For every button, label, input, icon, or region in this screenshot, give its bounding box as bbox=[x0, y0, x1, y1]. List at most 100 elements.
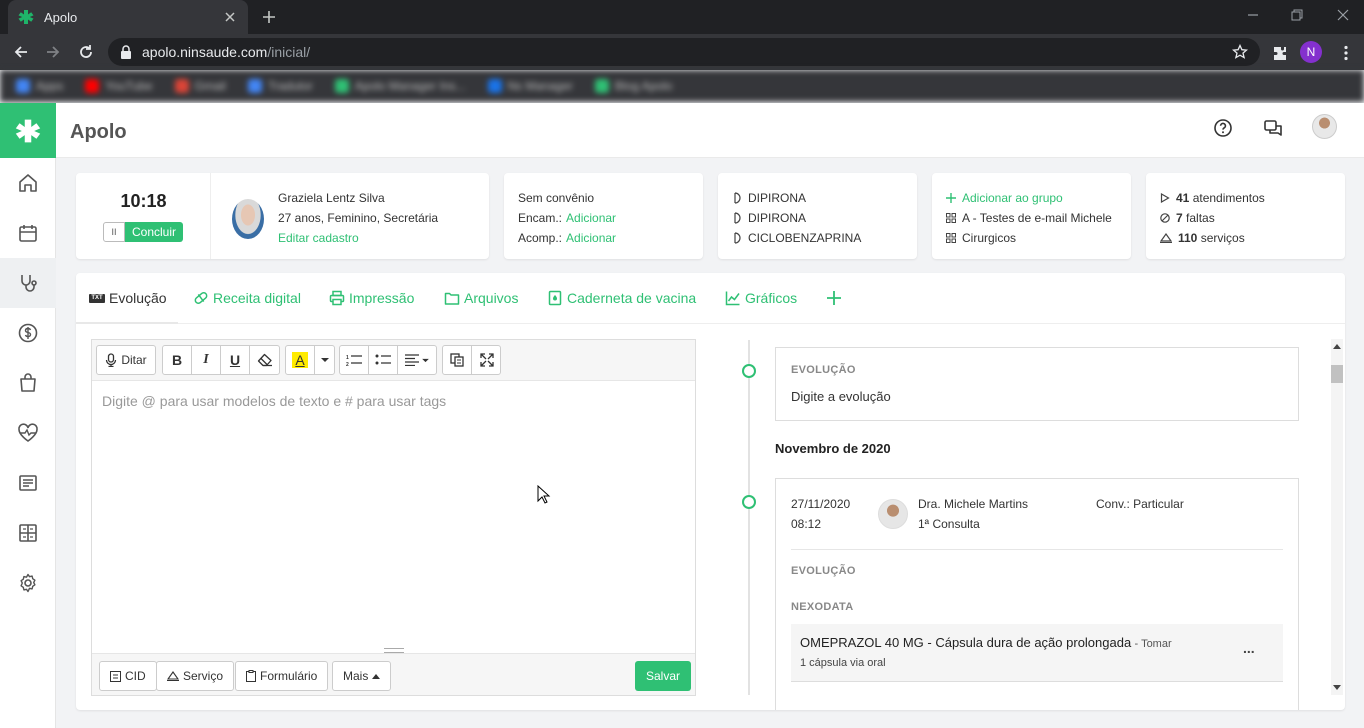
bookmark-item[interactable]: Tradutor bbox=[247, 78, 313, 93]
dollar-icon[interactable] bbox=[0, 308, 56, 358]
back-icon[interactable] bbox=[12, 43, 30, 61]
scrollbar-thumb[interactable] bbox=[1331, 365, 1343, 383]
fullscreen-icon[interactable] bbox=[472, 346, 501, 374]
browser-tab[interactable]: Apolo bbox=[8, 0, 248, 34]
encam-add-link[interactable]: Adicionar bbox=[566, 211, 616, 225]
scroll-down-icon[interactable] bbox=[1331, 682, 1343, 692]
cid-button[interactable]: CID bbox=[99, 661, 157, 691]
acomp-label: Acomp.: bbox=[518, 231, 563, 245]
home-icon[interactable] bbox=[0, 158, 56, 208]
dictate-label: Ditar bbox=[121, 353, 147, 367]
bookmark-label: Apolo Manager Ins... bbox=[354, 78, 466, 93]
bookmark-item[interactable]: Gmail bbox=[174, 78, 226, 93]
more-button[interactable]: Mais bbox=[332, 661, 392, 691]
user-avatar[interactable] bbox=[1312, 114, 1337, 139]
forward-icon[interactable] bbox=[44, 43, 62, 61]
bag-icon[interactable] bbox=[0, 358, 56, 408]
caret-up-icon bbox=[372, 673, 381, 679]
groups-card: Adicionar ao grupo A - Testes de e-mail … bbox=[932, 173, 1131, 259]
stats-card: 41 atendimentos 7 faltas 110 serviços bbox=[1146, 173, 1345, 259]
tab-label: Caderneta de vacina bbox=[567, 290, 697, 306]
dictate-button[interactable]: Ditar bbox=[96, 345, 156, 375]
tab-impressao[interactable]: Impressão bbox=[329, 290, 414, 306]
patient-name: Graziela Lentz Silva bbox=[278, 191, 385, 205]
evolution-editor: Ditar B I U A 12 Digite @ para usar mode… bbox=[91, 339, 696, 696]
extensions-icon[interactable] bbox=[1271, 44, 1289, 62]
text-color-button[interactable]: A bbox=[286, 346, 315, 374]
bookmark-item[interactable]: Apps bbox=[16, 78, 63, 93]
grid-icon[interactable] bbox=[0, 508, 56, 558]
calendar-icon[interactable] bbox=[0, 208, 56, 258]
pause-button[interactable]: II bbox=[103, 222, 125, 242]
heartbeat-icon[interactable] bbox=[0, 408, 56, 458]
tab-graficos[interactable]: Gráficos bbox=[725, 290, 797, 306]
tab-caderneta-vacina[interactable]: Caderneta de vacina bbox=[547, 290, 696, 306]
section-evolucao: EVOLUÇÃO bbox=[791, 565, 856, 577]
ordered-list-icon[interactable]: 12 bbox=[340, 346, 369, 374]
close-window-icon[interactable] bbox=[1334, 6, 1352, 24]
minimize-icon[interactable] bbox=[1244, 6, 1262, 24]
save-button[interactable]: Salvar bbox=[635, 661, 691, 691]
record-panel: TXT Evolução Receita digital Impressão A… bbox=[76, 273, 1345, 710]
stat-value: 7 bbox=[1176, 211, 1183, 225]
stat-label: atendimentos bbox=[1192, 191, 1265, 205]
restore-icon[interactable] bbox=[1288, 6, 1306, 24]
close-tab-icon[interactable] bbox=[222, 9, 238, 25]
bookmark-item[interactable]: Blog Apolo bbox=[594, 78, 672, 93]
scroll-up-icon[interactable] bbox=[1331, 342, 1343, 352]
cid-icon bbox=[110, 670, 121, 682]
address-bar[interactable]: apolo.ninsaude.com /inicial/ bbox=[108, 38, 1260, 66]
bookmark-favicon-icon bbox=[174, 78, 189, 93]
underline-button[interactable]: U bbox=[221, 346, 250, 374]
more-label: Mais bbox=[343, 669, 369, 683]
bookmark-item[interactable]: YouTube bbox=[85, 78, 153, 93]
service-button[interactable]: Serviço bbox=[156, 661, 235, 691]
timeline-scrollbar[interactable] bbox=[1331, 339, 1343, 695]
bookmark-favicon-icon bbox=[16, 78, 30, 93]
chevron-down-icon[interactable] bbox=[315, 346, 335, 374]
italic-button[interactable]: I bbox=[192, 346, 221, 374]
app-header: Apolo bbox=[56, 103, 1364, 158]
chat-icon[interactable] bbox=[1263, 118, 1283, 138]
editor-textarea[interactable]: Digite @ para usar modelos de texto e # … bbox=[102, 393, 446, 409]
bookmark-label: YouTube bbox=[105, 78, 153, 93]
form-button[interactable]: Formulário bbox=[235, 661, 329, 691]
settings-icon[interactable] bbox=[0, 558, 56, 608]
draft-text: Digite a evolução bbox=[791, 389, 891, 404]
tab-label: Evolução bbox=[109, 290, 167, 306]
bullet-list-icon[interactable] bbox=[369, 346, 398, 374]
report-icon[interactable] bbox=[0, 458, 56, 508]
prescription-row: OMEPRAZOL 40 MG - Cápsula dura de ação p… bbox=[791, 624, 1283, 682]
add-tab-button[interactable] bbox=[825, 289, 843, 307]
add-group-button[interactable]: Adicionar ao grupo bbox=[946, 191, 1063, 205]
timeline-line bbox=[748, 340, 750, 695]
apolo-logo[interactable] bbox=[0, 103, 56, 158]
bookmark-item[interactable]: Apolo Manager Ins... bbox=[334, 78, 466, 93]
tab-evolucao[interactable]: TXT Evolução bbox=[89, 290, 167, 306]
more-options-icon[interactable]: ... bbox=[1243, 640, 1255, 656]
reload-icon[interactable] bbox=[77, 43, 95, 61]
browser-profile-avatar[interactable]: N bbox=[1300, 41, 1322, 63]
drug-dose: 1 cápsula via oral bbox=[800, 657, 886, 669]
acomp-add-link[interactable]: Adicionar bbox=[566, 231, 616, 245]
conclude-button[interactable]: Concluir bbox=[125, 222, 183, 242]
new-tab-icon[interactable] bbox=[260, 8, 278, 26]
browser-menu-icon[interactable] bbox=[1337, 44, 1355, 62]
draft-heading: EVOLUÇÃO bbox=[791, 364, 856, 376]
bookmark-label: Gmail bbox=[194, 78, 226, 93]
tab-arquivos[interactable]: Arquivos bbox=[444, 290, 518, 306]
edit-patient-link[interactable]: Editar cadastro bbox=[278, 231, 359, 245]
evolution-draft-card[interactable]: EVOLUÇÃO Digite a evolução bbox=[775, 347, 1299, 421]
bookmark-item[interactable]: Ns Manager bbox=[487, 78, 573, 93]
consult-type: 1ª Consulta bbox=[918, 517, 980, 531]
copy-format-icon[interactable] bbox=[443, 346, 472, 374]
stethoscope-icon[interactable] bbox=[0, 258, 56, 308]
editor-footer: CID Serviço Formulário Mais Salvar bbox=[92, 653, 695, 695]
eraser-icon[interactable] bbox=[250, 346, 279, 374]
bold-button[interactable]: B bbox=[163, 346, 192, 374]
tab-receita-digital[interactable]: Receita digital bbox=[193, 290, 301, 306]
align-dropdown[interactable] bbox=[398, 346, 436, 374]
timeline-dot bbox=[742, 495, 756, 509]
help-icon[interactable] bbox=[1213, 118, 1233, 138]
bookmark-star-icon[interactable] bbox=[1232, 44, 1248, 60]
